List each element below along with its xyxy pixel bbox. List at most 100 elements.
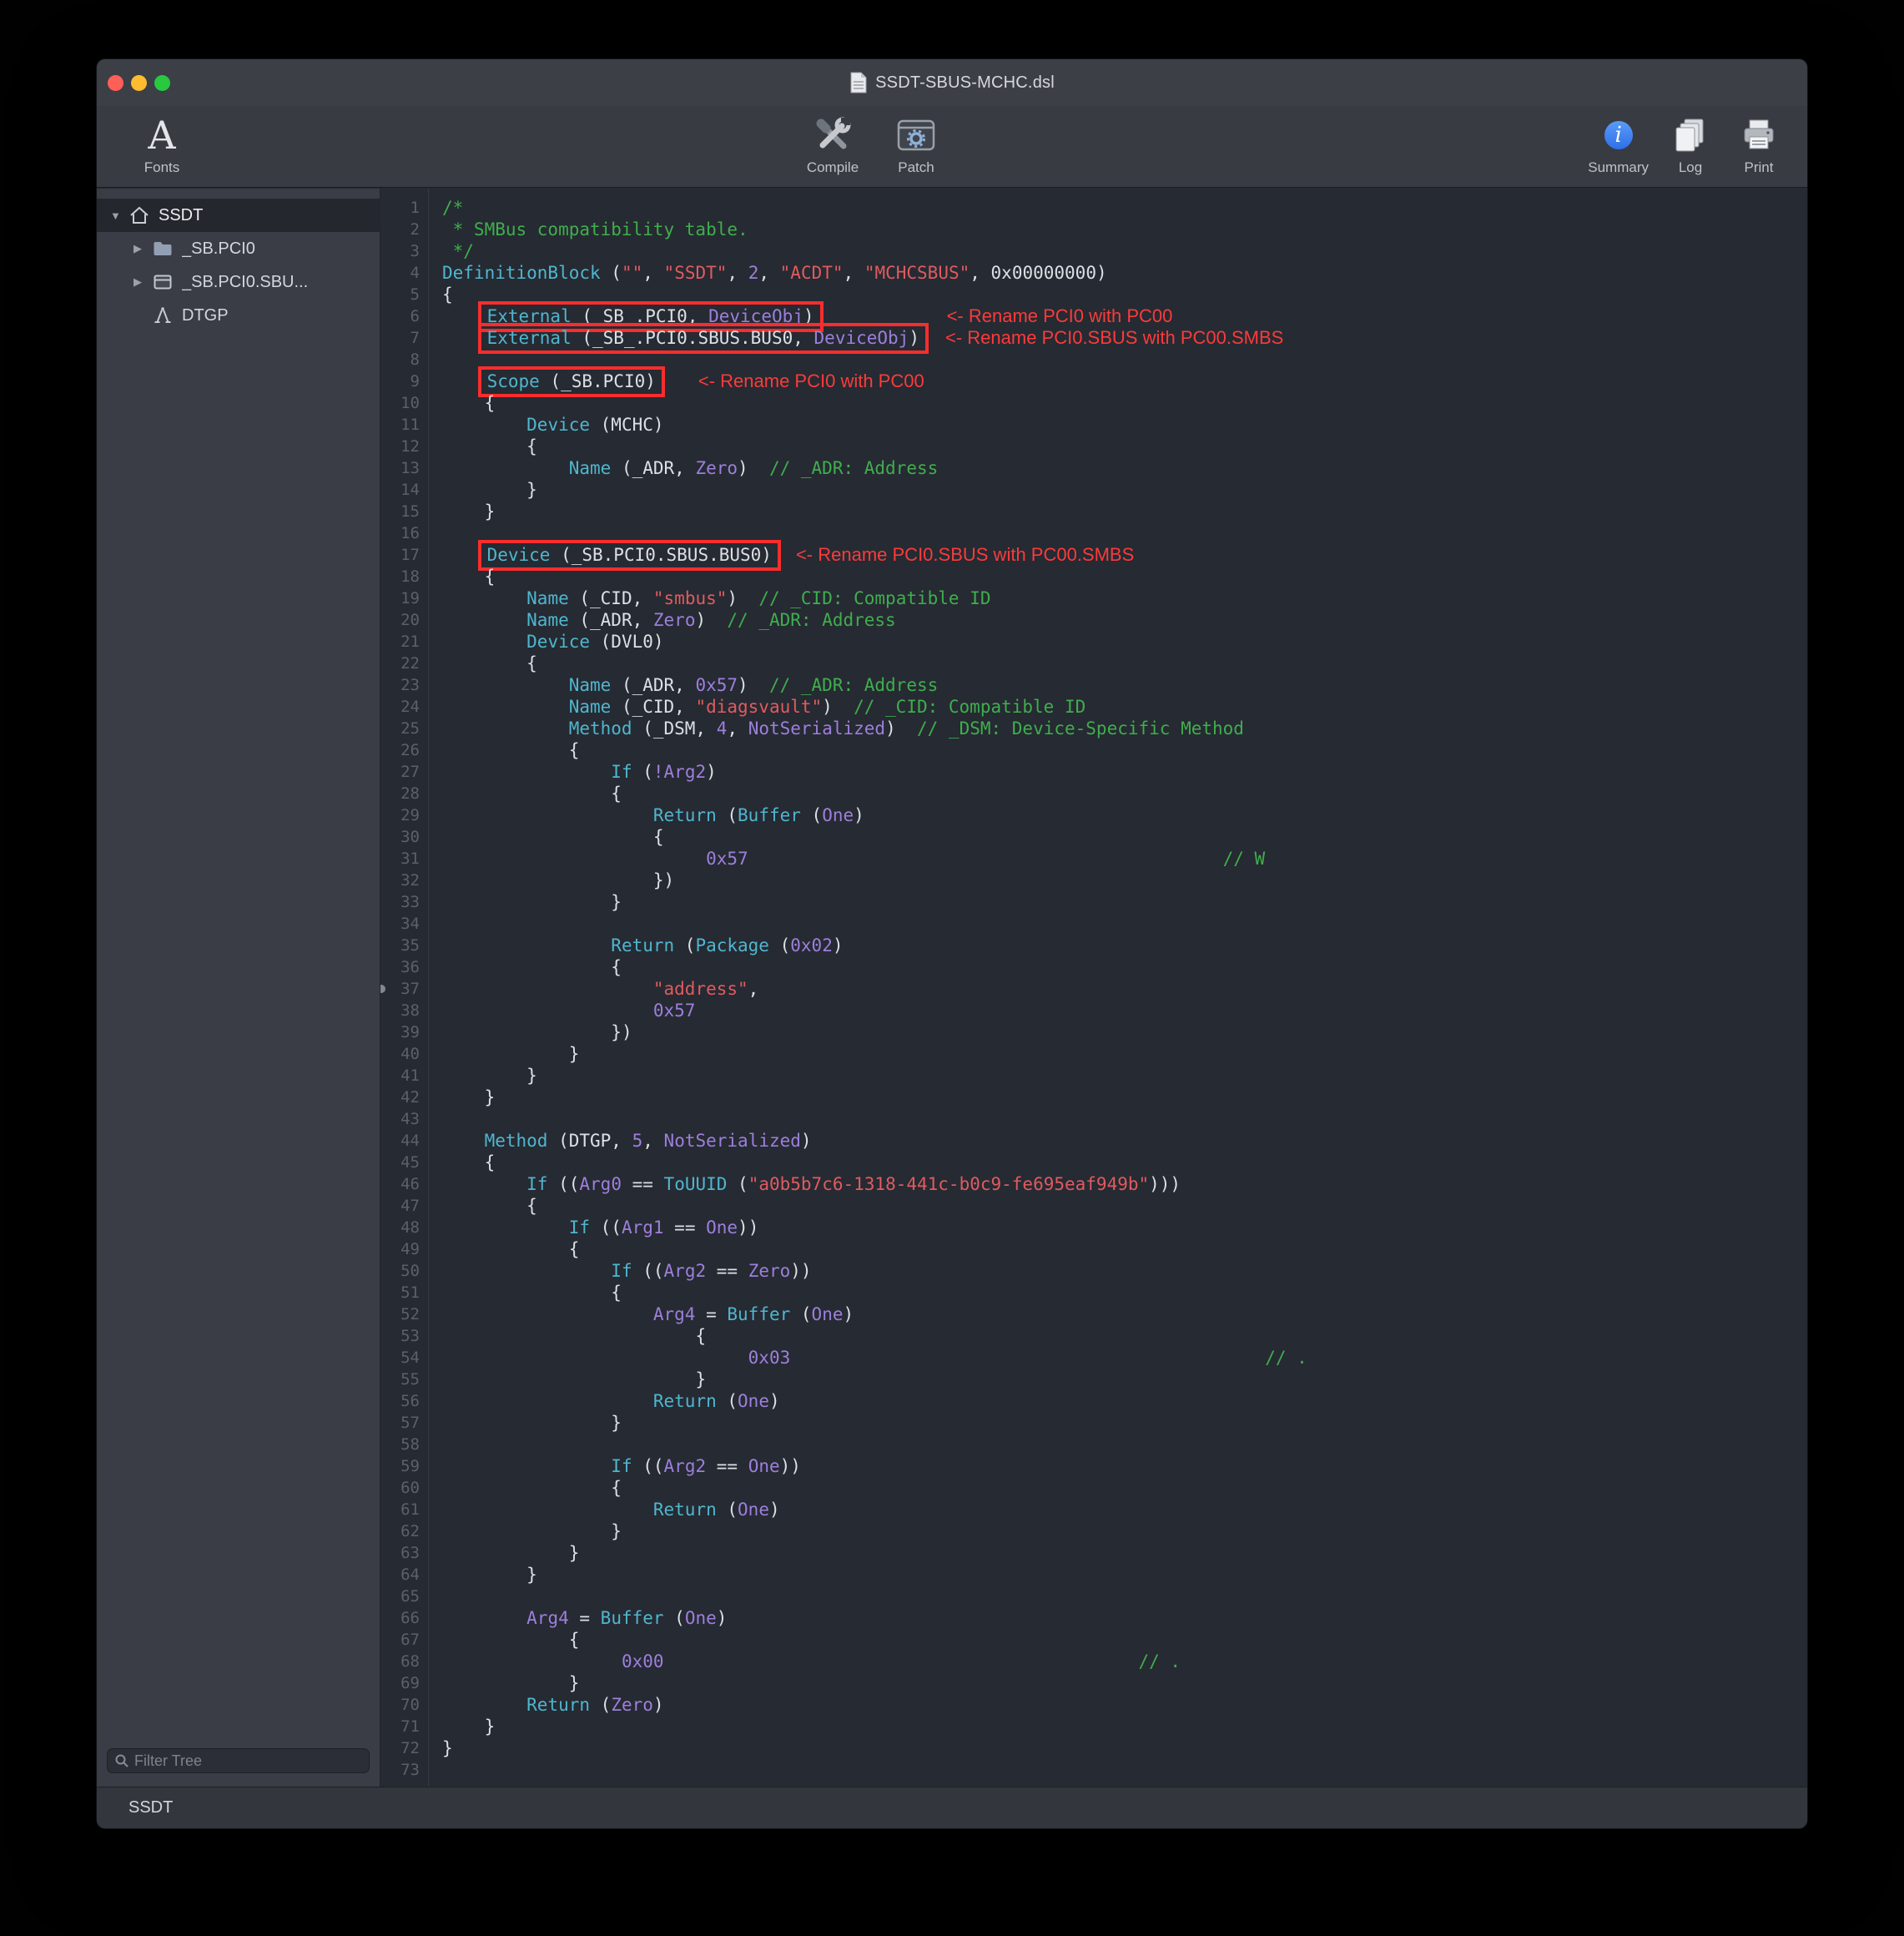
chevron-right-icon[interactable]: ▶ bbox=[133, 242, 152, 255]
code-line: Return (One) bbox=[442, 1390, 1807, 1412]
code-line: { bbox=[442, 1238, 1807, 1260]
line-number: 36 bbox=[380, 956, 420, 978]
line-number: 20 bbox=[380, 609, 420, 631]
rename-annotation: <- Rename PCI0.SBUS with PC00.SMBS bbox=[796, 544, 1134, 565]
code-line: { bbox=[442, 783, 1807, 804]
compile-button[interactable]: Compile bbox=[794, 112, 871, 176]
line-number: 56 bbox=[380, 1390, 420, 1412]
folder-icon bbox=[152, 238, 174, 260]
summary-info-icon: i bbox=[1604, 121, 1633, 149]
code-area: /* * SMBus compatibility table. */Defini… bbox=[429, 189, 1807, 1787]
line-number: 30 bbox=[380, 826, 420, 848]
code-line: { bbox=[442, 1629, 1807, 1651]
line-number: 50 bbox=[380, 1260, 420, 1282]
code-line: } bbox=[442, 1369, 1807, 1390]
sidebar-item-sb-pci0-sbus[interactable]: ▶ _SB.PCI0.SBU... bbox=[97, 265, 380, 299]
line-number: 22 bbox=[380, 653, 420, 674]
patch-label: Patch bbox=[898, 159, 934, 176]
code-line: } bbox=[442, 1043, 1807, 1065]
code-line: { bbox=[442, 1152, 1807, 1173]
sidebar-item-label: DTGP bbox=[182, 306, 229, 325]
status-bar: SSDT bbox=[97, 1787, 1807, 1828]
maciasl-window: SSDT-SBUS-MCHC.dsl A Fonts bbox=[96, 58, 1808, 1829]
chevron-down-icon[interactable]: ▼ bbox=[110, 209, 128, 222]
code-line: Scope (_SB.PCI0)<- Rename PCI0 with PC00 bbox=[442, 371, 1807, 392]
line-number: 37 bbox=[380, 978, 420, 1000]
summary-button[interactable]: i Summary bbox=[1588, 112, 1649, 176]
sidebar-item-sb-pci0[interactable]: ▶ _SB.PCI0 bbox=[97, 232, 380, 265]
titlebar[interactable]: SSDT-SBUS-MCHC.dsl bbox=[97, 59, 1807, 106]
sidebar: ▼ SSDT ▶ _SB.PCI0 bbox=[97, 189, 380, 1787]
line-number: 31 bbox=[380, 848, 420, 870]
code-line bbox=[442, 913, 1807, 935]
line-number: 65 bbox=[380, 1586, 420, 1607]
filter-tree-input[interactable] bbox=[134, 1752, 362, 1770]
rename-highlight-box: Scope (_SB.PCI0) bbox=[478, 366, 665, 397]
code-line: Device (MCHC) bbox=[442, 414, 1807, 436]
code-line: } bbox=[442, 1542, 1807, 1564]
method-icon bbox=[152, 305, 174, 326]
code-line: { bbox=[442, 826, 1807, 848]
line-number: 12 bbox=[380, 436, 420, 457]
line-number: 73 bbox=[380, 1759, 420, 1781]
patch-button[interactable]: Patch bbox=[878, 112, 955, 176]
line-number: 24 bbox=[380, 696, 420, 718]
line-number: 47 bbox=[380, 1195, 420, 1217]
line-number: 43 bbox=[380, 1108, 420, 1130]
line-number: 5 bbox=[380, 284, 420, 305]
line-number: 38 bbox=[380, 1000, 420, 1021]
line-number: 53 bbox=[380, 1325, 420, 1347]
patch-icon bbox=[897, 118, 935, 153]
chevron-right-icon[interactable]: ▶ bbox=[133, 275, 152, 289]
code-line: } bbox=[442, 1086, 1807, 1108]
code-line: }) bbox=[442, 870, 1807, 891]
line-number: 49 bbox=[380, 1238, 420, 1260]
line-number: 33 bbox=[380, 891, 420, 913]
print-button[interactable]: Print bbox=[1732, 112, 1786, 176]
line-number: 29 bbox=[380, 804, 420, 826]
line-number: 7 bbox=[380, 327, 420, 349]
window-title: SSDT-SBUS-MCHC.dsl bbox=[875, 73, 1055, 93]
line-number: 15 bbox=[380, 501, 420, 522]
line-number: 55 bbox=[380, 1369, 420, 1390]
line-number: 44 bbox=[380, 1130, 420, 1152]
line-number: 72 bbox=[380, 1737, 420, 1759]
code-line: { bbox=[442, 1195, 1807, 1217]
sidebar-item-dtgp[interactable]: DTGP bbox=[97, 299, 380, 332]
filter-tree-field[interactable] bbox=[107, 1748, 370, 1773]
fonts-button[interactable]: A Fonts bbox=[127, 112, 197, 176]
code-line: Name (_ADR, Zero) // _ADR: Address bbox=[442, 609, 1807, 631]
line-number: 64 bbox=[380, 1564, 420, 1586]
line-number: 16 bbox=[380, 522, 420, 544]
rename-annotation: <- Rename PCI0 with PC00 bbox=[698, 371, 924, 391]
editor[interactable]: 1234567891011121314151617181920212223242… bbox=[380, 189, 1807, 1787]
line-number: 60 bbox=[380, 1477, 420, 1499]
code-line: } bbox=[442, 1564, 1807, 1586]
status-text: SSDT bbox=[128, 1798, 173, 1818]
line-number: 35 bbox=[380, 935, 420, 956]
search-icon bbox=[114, 1753, 129, 1768]
line-number: 69 bbox=[380, 1672, 420, 1694]
code-line: If ((Arg2 == One)) bbox=[442, 1455, 1807, 1477]
line-number: 59 bbox=[380, 1455, 420, 1477]
code-line: } bbox=[442, 501, 1807, 522]
toolbar: A Fonts Compile bbox=[97, 106, 1807, 188]
code-line: { bbox=[442, 956, 1807, 978]
code-line: } bbox=[442, 1412, 1807, 1434]
code-line: Return (One) bbox=[442, 1499, 1807, 1520]
document-icon bbox=[849, 72, 868, 93]
code-line: Return (Package (0x02) bbox=[442, 935, 1807, 956]
code-line: }) bbox=[442, 1021, 1807, 1043]
code-line: Arg4 = Buffer (One) bbox=[442, 1303, 1807, 1325]
code-line bbox=[442, 1759, 1807, 1781]
gutter: 1234567891011121314151617181920212223242… bbox=[380, 189, 429, 1787]
code-line: } bbox=[442, 1672, 1807, 1694]
summary-label: Summary bbox=[1588, 159, 1649, 176]
sidebar-item-label: SSDT bbox=[159, 206, 203, 225]
log-button[interactable]: Log bbox=[1664, 112, 1717, 176]
line-number: 63 bbox=[380, 1542, 420, 1564]
line-number: 13 bbox=[380, 457, 420, 479]
code-line: Device (DVL0) bbox=[442, 631, 1807, 653]
code-line: External (_SB_.PCI0.SBUS.BUS0, DeviceObj… bbox=[442, 327, 1807, 349]
sidebar-item-ssdt[interactable]: ▼ SSDT bbox=[97, 199, 380, 232]
